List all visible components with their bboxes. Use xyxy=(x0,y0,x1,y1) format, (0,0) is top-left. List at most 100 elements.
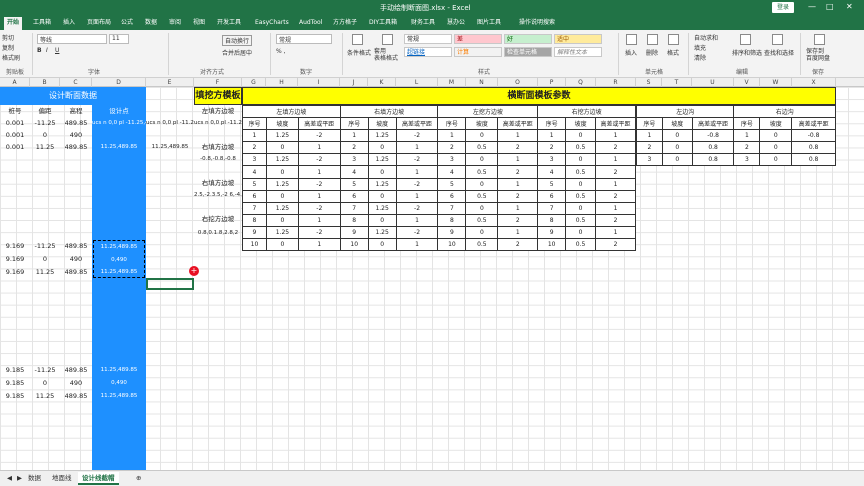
tab-home[interactable]: 开始 xyxy=(4,17,23,30)
param-cell[interactable]: 0.8 xyxy=(691,141,735,155)
param-cell[interactable]: 1 xyxy=(395,238,439,252)
param-cell[interactable]: -2 xyxy=(297,201,341,215)
col-header-w[interactable]: W xyxy=(760,78,792,87)
design-point-cell[interactable]: 11.25,489.85 xyxy=(92,390,146,402)
elevation-cell[interactable]: 490 xyxy=(60,377,92,389)
param-cell[interactable]: 1 xyxy=(497,177,539,191)
station-cell[interactable]: 0.001 xyxy=(0,117,30,129)
sub-header[interactable]: 坡度 xyxy=(265,117,299,131)
design-point-cell[interactable]: 0,490 xyxy=(92,377,146,389)
tab-audtool[interactable]: AudTool xyxy=(296,17,325,30)
font-name-select[interactable]: 等线 xyxy=(37,34,107,44)
param-cell[interactable]: 0.5 xyxy=(465,141,499,155)
format-painter-button[interactable]: 格式刷 xyxy=(2,53,20,62)
sub-header[interactable]: 坡度 xyxy=(759,117,793,131)
autosum-button[interactable]: 自动求和 xyxy=(694,33,718,42)
param-cell[interactable]: -2 xyxy=(297,225,341,240)
param-cell[interactable]: 1 xyxy=(595,225,636,240)
param-cell[interactable]: 0 xyxy=(565,201,597,215)
param-cell[interactable]: 1 xyxy=(297,165,341,179)
station-cell[interactable]: 9.185 xyxy=(0,390,30,402)
param-cell[interactable]: 0 xyxy=(465,177,499,191)
param-cell[interactable]: 0 xyxy=(759,141,793,155)
style-check-cell[interactable]: 检查单元格 xyxy=(504,47,552,57)
param-cell[interactable]: -2 xyxy=(297,153,341,167)
param-cell[interactable]: 1 xyxy=(497,129,539,143)
param-cell[interactable]: 5 xyxy=(437,177,467,191)
param-cell[interactable]: 1.25 xyxy=(265,201,299,215)
copy-selection-marquee[interactable]: 11.25,489.85 0,490 11.25,489.85 xyxy=(93,240,145,278)
tab-diy-toolbox[interactable]: DIY工具箱 xyxy=(366,17,400,30)
format-button[interactable]: 格式 xyxy=(667,48,679,57)
param-cell[interactable]: 0 xyxy=(265,213,299,227)
param-cell[interactable]: 1 xyxy=(595,153,636,167)
param-cell[interactable]: 2 xyxy=(595,213,636,227)
col-header-e[interactable]: E xyxy=(146,78,194,87)
param-cell[interactable]: 2 xyxy=(497,213,539,227)
tab-search[interactable]: 操作说明搜索 xyxy=(516,17,558,30)
col-header-f[interactable]: F xyxy=(194,78,242,87)
param-cell[interactable]: 9 xyxy=(339,225,369,240)
param-cell[interactable]: 10 xyxy=(437,238,467,252)
maximize-icon[interactable]: □ xyxy=(826,2,834,11)
param-cell[interactable]: 2 xyxy=(537,141,567,155)
number-format-select[interactable]: 常规 xyxy=(276,34,332,44)
param-cell[interactable]: 1 xyxy=(297,189,341,203)
param-cell[interactable]: 1.25 xyxy=(265,177,299,191)
param-cell[interactable]: 5 xyxy=(242,177,267,191)
offset-cell[interactable]: 0 xyxy=(30,377,60,389)
param-cell[interactable]: 2 xyxy=(497,189,539,203)
param-cell[interactable]: 2 xyxy=(339,141,369,155)
param-cell[interactable]: 10 xyxy=(242,238,267,252)
param-cell[interactable]: 0 xyxy=(759,153,793,167)
param-cell[interactable]: 8 xyxy=(537,213,567,227)
param-cell[interactable]: 4 xyxy=(339,165,369,179)
style-hyperlink[interactable]: 超链接 xyxy=(404,47,452,57)
tab-toolbox[interactable]: 工具箱 xyxy=(30,17,54,30)
param-cell[interactable]: 0 xyxy=(759,129,793,143)
station-cell[interactable]: 9.185 xyxy=(0,364,30,376)
col-header-u[interactable]: U xyxy=(692,78,734,87)
tab-developer[interactable]: 开发工具 xyxy=(214,17,244,30)
style-normal[interactable]: 常规 xyxy=(404,34,452,44)
italic-button[interactable]: I xyxy=(46,47,48,54)
elevation-cell[interactable]: 489.85 xyxy=(60,390,92,402)
param-cell[interactable]: 0 xyxy=(367,165,397,179)
param-cell[interactable]: 0 xyxy=(661,141,693,155)
param-cell[interactable]: 7 xyxy=(339,201,369,215)
col-header-v[interactable]: V xyxy=(734,78,760,87)
param-cell[interactable]: 1 xyxy=(395,213,439,227)
param-cell[interactable]: 0 xyxy=(265,238,299,252)
tab-formulas[interactable]: 公式 xyxy=(118,17,136,30)
param-cell[interactable]: 4 xyxy=(537,165,567,179)
param-cell[interactable]: 1 xyxy=(339,129,369,143)
col-header-k[interactable]: K xyxy=(368,78,396,87)
param-cell[interactable]: 0 xyxy=(367,238,397,252)
param-cell[interactable]: -2 xyxy=(297,129,341,143)
param-cell[interactable]: 1 xyxy=(733,129,761,143)
sub-header[interactable]: 序号 xyxy=(636,117,663,131)
param-cell[interactable]: 7 xyxy=(537,201,567,215)
group-header[interactable]: 右挖方边坡 xyxy=(537,104,636,119)
param-cell[interactable]: 1 xyxy=(497,225,539,240)
style-bad[interactable]: 差 xyxy=(454,34,502,44)
sub-header[interactable]: 序号 xyxy=(537,117,567,131)
col-header-m[interactable]: M xyxy=(438,78,466,87)
param-cell[interactable]: 0.5 xyxy=(565,165,597,179)
table-format-icon[interactable] xyxy=(382,34,393,45)
elevation-cell[interactable]: 490 xyxy=(60,129,92,141)
tab-huibangong[interactable]: 慧办公 xyxy=(444,17,468,30)
param-cell[interactable]: 1 xyxy=(537,129,567,143)
param-cell[interactable]: 0.5 xyxy=(565,141,597,155)
param-cell[interactable]: 0 xyxy=(367,189,397,203)
elevation-cell[interactable]: 489.85 xyxy=(60,240,92,252)
sub-header[interactable]: 高差或平距 xyxy=(297,117,341,131)
param-cell[interactable]: 1 xyxy=(636,129,663,143)
param-cell[interactable]: 1 xyxy=(395,165,439,179)
param-cell[interactable]: 0 xyxy=(565,225,597,240)
font-size-select[interactable]: 11 xyxy=(109,34,129,44)
template-item[interactable]: 右填方边坡 xyxy=(194,141,242,153)
offset-cell[interactable]: 0 xyxy=(30,253,60,265)
param-cell[interactable]: 10 xyxy=(537,238,567,252)
param-cell[interactable]: 0 xyxy=(367,213,397,227)
